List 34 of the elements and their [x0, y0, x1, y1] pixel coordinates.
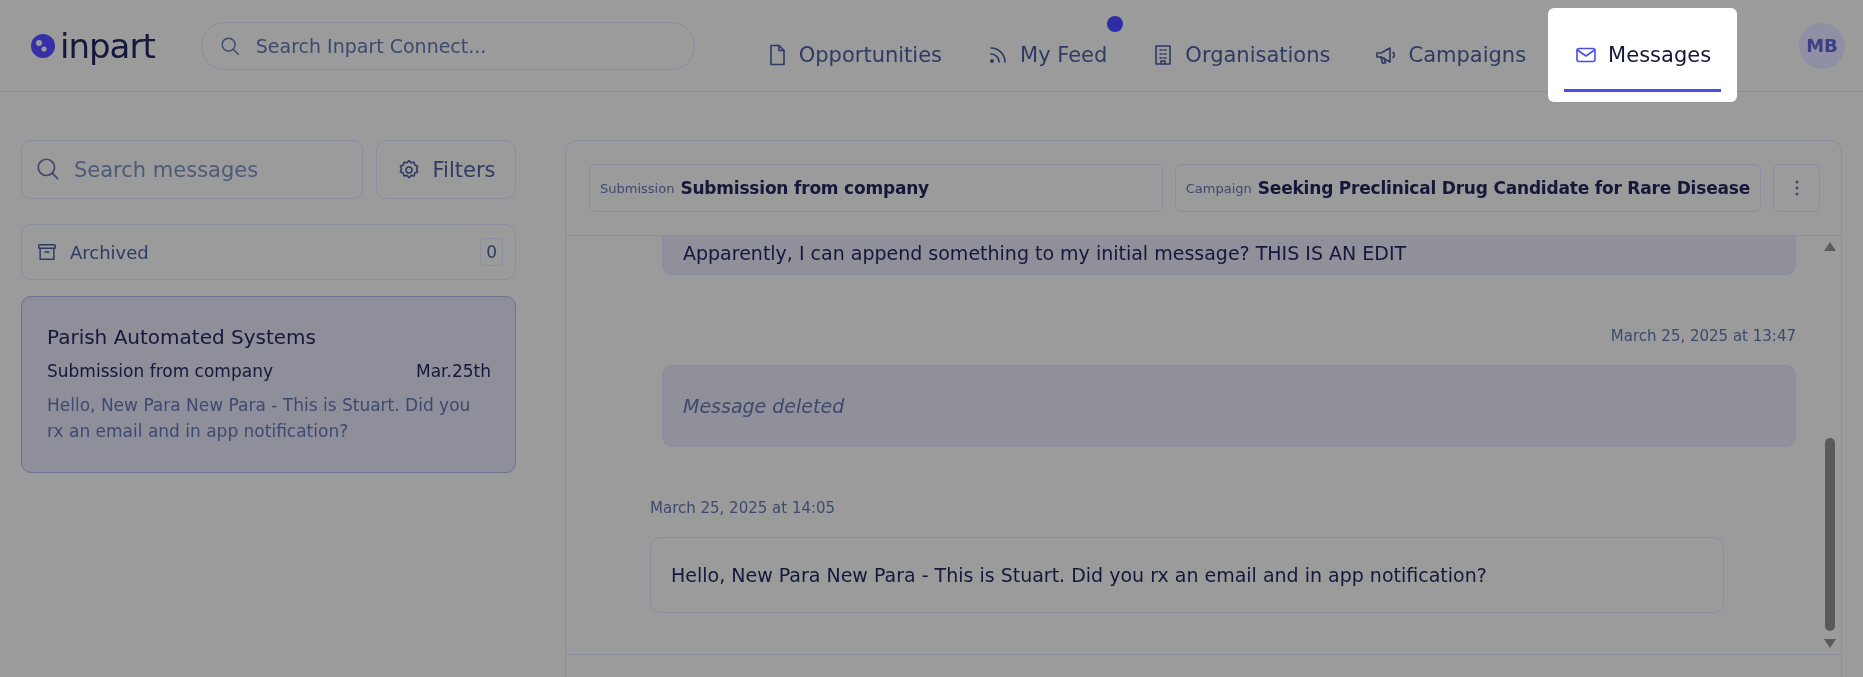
logo-icon [30, 32, 56, 59]
nav-tab[interactable]: Opportunities [742, 8, 965, 102]
tag-label: Campaign [1185, 180, 1252, 196]
search-field[interactable]: Search messages [21, 140, 363, 199]
tag-label: Submission [600, 180, 675, 196]
nav-tab[interactable]: My Feed [964, 8, 1130, 102]
conversation-name: Parish Automated Systems [47, 325, 318, 349]
archive-icon [36, 241, 58, 263]
tag-value: Submission from company [680, 178, 929, 198]
message-bubble: Apparently, I can append something to my initial message? THIS IS AN EDIT [662, 236, 1796, 275]
kebab-icon [1794, 180, 1799, 196]
message-preview: Hello, New Para New Para - This is Stuart. Did you rx an email and in app notification? [47, 394, 472, 443]
archived-label: Archived [70, 241, 149, 263]
message-timestamp: March 25, 2025 at 14:05 [650, 499, 836, 517]
logo-text[interactable]: inpart [60, 28, 155, 63]
scroll-up-icon[interactable] [1824, 242, 1836, 251]
user-avatar[interactable]: MB [1799, 22, 1845, 69]
search-icon [218, 34, 241, 57]
tag-value: Seeking Preclinical Drug Candidate for Rare Disease [1257, 178, 1750, 198]
filters-button[interactable]: Filters [376, 140, 516, 199]
conversation-date: Mar.25th [416, 361, 491, 381]
conversation-subject: Submission from company [47, 361, 273, 381]
nav-tab[interactable]: Organisations [1129, 8, 1353, 102]
nav-tab[interactable]: Messages [1548, 8, 1738, 102]
conversation-card[interactable]: Parish Automated Systems Submission from company Mar.25th Hello, New Para New Para - This is Stuart. Did you rx an email and in app notification? [21, 296, 516, 473]
deleted-message: Message deleted [662, 365, 1796, 447]
scrollbar-thumb[interactable] [1825, 438, 1835, 631]
message-bubble: Hello, New Para New Para - This is Stuart. Did you rx an email and in app notification? [650, 537, 1724, 613]
archived-folder[interactable]: Archived 0 [21, 224, 516, 280]
scroll-down-icon[interactable] [1824, 639, 1836, 648]
message-timestamp: March 25, 2025 at 13:47 [1610, 327, 1796, 345]
nav-tab[interactable]: Campaigns [1352, 8, 1549, 102]
archived-count: 0 [480, 238, 503, 266]
search-icon [35, 156, 61, 182]
